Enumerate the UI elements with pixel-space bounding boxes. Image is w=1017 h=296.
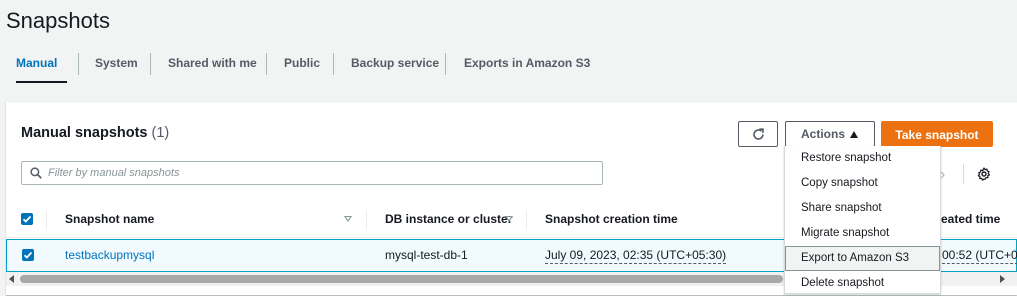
column-divider	[46, 211, 47, 229]
scrollbar-thumb[interactable]	[20, 275, 783, 283]
column-header-snapshot-name[interactable]: Snapshot name	[65, 202, 154, 237]
tab-bar: Manual System Shared with me Public Back…	[6, 48, 1017, 88]
column-header-created-time[interactable]: eated time	[941, 202, 1000, 237]
tab-divider	[333, 53, 334, 75]
menu-item-share-snapshot[interactable]: Share snapshot	[785, 196, 940, 221]
tab-divider	[78, 53, 79, 75]
menu-item-restore-snapshot[interactable]: Restore snapshot	[785, 146, 940, 171]
tab-divider	[445, 53, 446, 75]
created-time-value: 00:52 (UTC+0	[942, 248, 1017, 264]
creation-time-value: July 09, 2023, 02:35 (UTC+05:30)	[545, 248, 727, 264]
db-instance-cell: mysql-test-db-1	[385, 248, 468, 262]
column-header-db-instance[interactable]: DB instance or cluster	[385, 202, 512, 237]
scroll-right-icon[interactable]	[1000, 275, 1005, 283]
gear-icon[interactable]	[977, 167, 991, 181]
snapshot-name-link[interactable]: testbackupmysql	[65, 240, 154, 271]
filter-input[interactable]	[48, 164, 588, 182]
menu-item-delete-snapshot[interactable]: Delete snapshot	[785, 271, 940, 296]
panel-title-text: Manual snapshots	[21, 125, 148, 141]
refresh-icon	[753, 128, 764, 140]
tab-exports-in-amazon-s3[interactable]: Exports in Amazon S3	[464, 48, 590, 85]
search-icon	[30, 167, 42, 179]
row-checkbox[interactable]	[22, 249, 34, 261]
sort-icon[interactable]	[505, 216, 513, 222]
actions-label: Actions	[800, 127, 845, 141]
toolbar-divider	[963, 164, 964, 184]
tab-shared-with-me[interactable]: Shared with me	[168, 48, 257, 85]
column-header-snapshot-creation-time[interactable]: Snapshot creation time	[545, 202, 678, 237]
created-time-cell: 00:52 (UTC+0	[942, 240, 1017, 271]
scroll-left-icon[interactable]	[9, 275, 14, 283]
tab-divider	[150, 53, 151, 75]
menu-item-copy-snapshot[interactable]: Copy snapshot	[785, 171, 940, 196]
caret-up-icon	[850, 131, 858, 138]
tab-backup-service[interactable]: Backup service	[351, 48, 439, 85]
actions-button[interactable]: Actions	[785, 121, 875, 147]
refresh-button[interactable]	[738, 121, 778, 147]
tab-system[interactable]: System	[95, 48, 138, 85]
checkbox-checked-icon	[22, 215, 32, 223]
creation-time-cell: July 09, 2023, 02:35 (UTC+05:30)	[545, 240, 727, 271]
tab-divider	[266, 53, 267, 75]
filter-field	[21, 161, 603, 185]
snapshot-count: (1)	[151, 125, 170, 141]
column-divider	[526, 211, 527, 229]
tab-public[interactable]: Public	[284, 48, 320, 85]
actions-dropdown-menu: Restore snapshot Copy snapshot Share sna…	[784, 146, 941, 294]
sort-icon[interactable]	[344, 216, 352, 222]
menu-item-export-to-amazon-s3[interactable]: Export to Amazon S3	[785, 246, 940, 271]
checkbox-checked-icon	[23, 251, 33, 259]
column-divider	[366, 211, 367, 229]
take-snapshot-button[interactable]: Take snapshot	[881, 121, 993, 147]
tab-manual[interactable]: Manual	[16, 48, 67, 85]
select-all-checkbox[interactable]	[21, 213, 33, 225]
panel-title: Manual snapshots (1)	[21, 125, 169, 141]
menu-item-migrate-snapshot[interactable]: Migrate snapshot	[785, 221, 940, 246]
page-title: Snapshots	[6, 8, 110, 33]
